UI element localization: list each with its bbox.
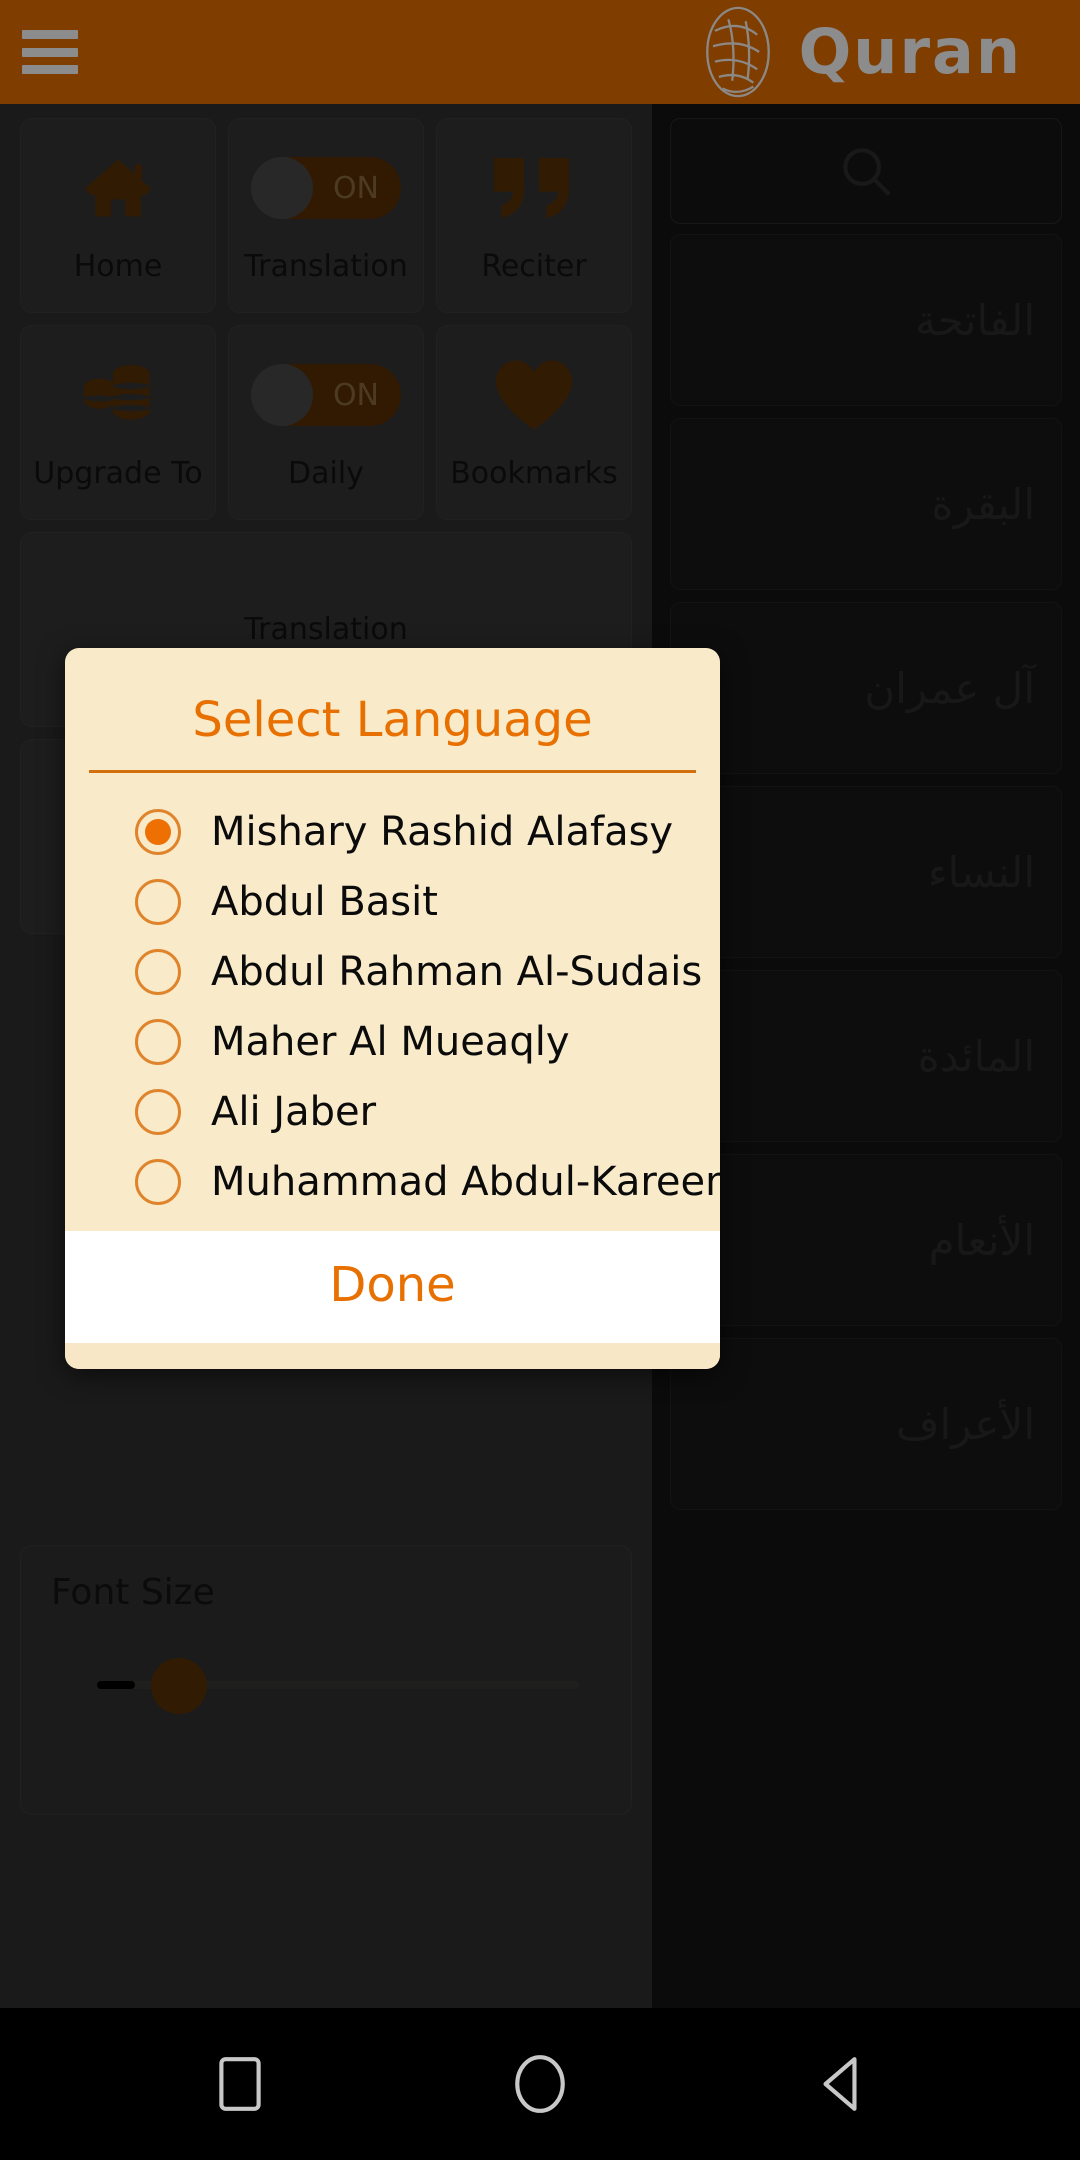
reciter-option-label: Ali Jaber xyxy=(211,1089,377,1135)
reciter-option-label: Mishary Rashid Alafasy xyxy=(211,809,674,855)
reciter-option[interactable]: Muhammad Abdul-Kareem xyxy=(65,1147,720,1217)
select-language-dialog: Select Language Mishary Rashid Alafasy Ab… xyxy=(65,648,720,1369)
reciter-option-label: Muhammad Abdul-Kareem xyxy=(211,1159,720,1205)
dialog-divider xyxy=(89,770,696,773)
reciter-option[interactable]: Abdul Rahman Al-Sudais xyxy=(65,937,720,1007)
app-root: الفاتحة البقرة آل عمران النساء المائدة الأنعا… xyxy=(0,0,1080,2160)
reciter-option-label: Abdul Rahman Al-Sudais xyxy=(211,949,703,995)
reciter-option[interactable]: Ali Jaber xyxy=(65,1077,720,1147)
reciter-option-label: Maher Al Mueaqly xyxy=(211,1019,570,1065)
radio-unselected-icon[interactable] xyxy=(135,1019,181,1065)
home-button[interactable] xyxy=(495,2039,585,2129)
done-button-label: Done xyxy=(329,1257,456,1313)
radio-unselected-icon[interactable] xyxy=(135,879,181,925)
dialog-footer-strip xyxy=(65,1343,720,1369)
recent-apps-button[interactable] xyxy=(195,2039,285,2129)
reciter-option-label: Abdul Basit xyxy=(211,879,438,925)
android-navigation-bar xyxy=(0,2008,1080,2160)
reciter-option-list: Mishary Rashid Alafasy Abdul Basit Abdul R… xyxy=(65,789,720,1231)
radio-unselected-icon[interactable] xyxy=(135,949,181,995)
back-button[interactable] xyxy=(795,2039,885,2129)
reciter-option[interactable]: Maher Al Mueaqly xyxy=(65,1007,720,1077)
dialog-title: Select Language xyxy=(192,692,593,748)
radio-unselected-icon[interactable] xyxy=(135,1159,181,1205)
radio-unselected-icon[interactable] xyxy=(135,1089,181,1135)
reciter-option[interactable]: Abdul Basit xyxy=(65,867,720,937)
reciter-option[interactable]: Mishary Rashid Alafasy xyxy=(65,797,720,867)
done-button[interactable]: Done xyxy=(65,1231,720,1343)
radio-selected-icon[interactable] xyxy=(135,809,181,855)
